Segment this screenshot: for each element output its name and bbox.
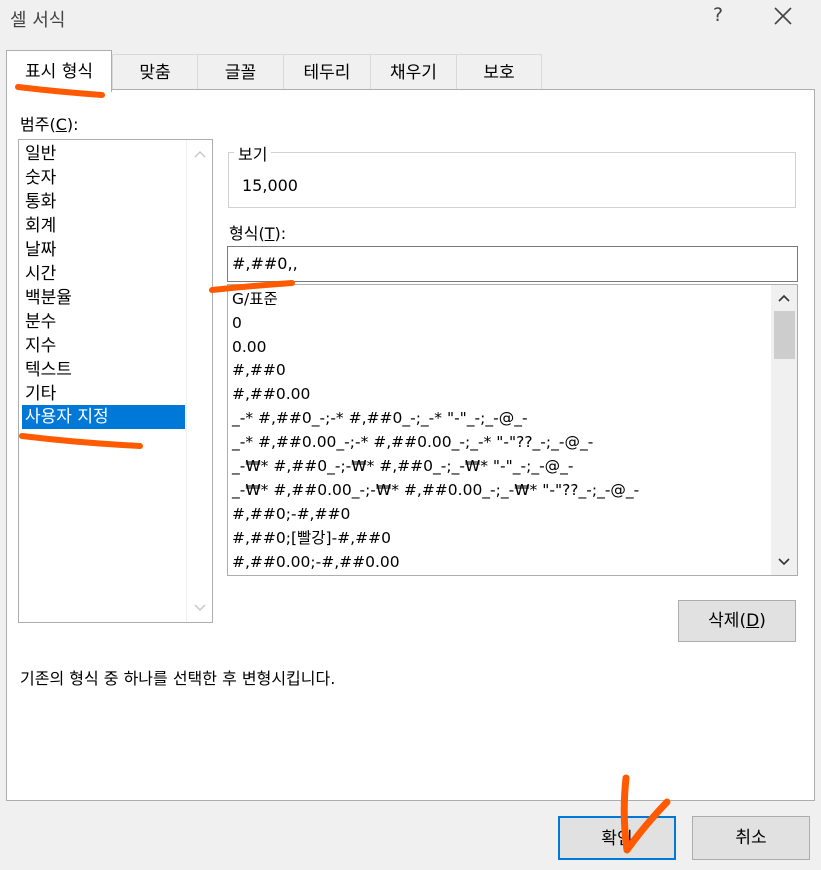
list-item[interactable]: #,##0.00;-#,##0.00 [232,550,400,574]
format-list[interactable]: G/표준 0 0.00 #,##0 #,##0.00 _-* #,##0_-;-… [227,284,798,576]
scroll-down-button[interactable] [771,550,797,574]
list-item[interactable]: #,##0;[빨강]-#,##0 [232,526,391,550]
list-item[interactable]: 백분율 [22,286,185,310]
category-list[interactable]: 일반 숫자 통화 회계 날짜 시간 백분율 분수 지수 텍스트 기타 사용자 지… [18,139,213,623]
chevron-up-icon [194,150,206,158]
list-item[interactable]: 분수 [22,310,185,334]
list-item[interactable]: _-* #,##0.00_-;-* #,##0.00_-;_-* "-"??_-… [232,430,593,454]
category-scrollbar[interactable] [186,140,212,622]
tab-fill[interactable]: 채우기 [370,54,457,90]
help-button[interactable]: ? [706,4,730,26]
list-item[interactable]: 일반 [22,142,185,166]
chevron-up-icon [778,294,790,302]
tab-number-format[interactable]: 표시 형식 [6,50,112,92]
format-label: 형식(T): [229,224,287,243]
preview-title: 보기 [234,141,272,165]
list-item[interactable]: 통화 [22,190,185,214]
list-item[interactable]: 숫자 [22,166,185,190]
list-item[interactable]: 날짜 [22,238,185,262]
list-item[interactable]: 회계 [22,214,185,238]
list-item[interactable]: _-* #,##0_-;-* #,##0_-;_-* "-"_-;_-@_- [232,406,528,430]
tab-protection[interactable]: 보호 [456,54,542,90]
tab-alignment[interactable]: 맞춤 [112,54,198,90]
list-item-selected[interactable]: 사용자 지정 [22,405,185,429]
format-description: 기존의 형식 중 하나를 선택한 후 변형시킵니다. [20,669,336,688]
tab-border[interactable]: 테두리 [283,54,371,90]
list-item[interactable]: 0 [232,311,242,335]
window-title: 셀 서식 [10,10,66,31]
list-item[interactable]: 시간 [22,262,185,286]
format-input[interactable]: #,##0,, [227,246,798,282]
ok-button[interactable]: 확인 [558,816,676,860]
scroll-down-button[interactable] [187,596,213,620]
list-item[interactable]: #,##0;-#,##0 [232,502,350,526]
close-icon [774,7,792,25]
chevron-down-icon [194,604,206,612]
close-button[interactable] [768,2,798,30]
list-item[interactable]: G/표준 [232,287,278,311]
scroll-up-button[interactable] [187,142,213,166]
list-item[interactable]: 텍스트 [22,358,185,382]
scroll-up-button[interactable] [771,286,797,310]
list-item[interactable]: #,##0 [232,358,286,382]
preview-group [228,152,796,208]
chevron-down-icon [778,558,790,566]
format-scrollbar[interactable] [771,285,797,575]
cancel-button[interactable]: 취소 [692,816,810,860]
category-label: 범주(C): [20,115,79,134]
list-item[interactable]: #,##0.00 [232,382,310,406]
scroll-thumb[interactable] [774,311,795,359]
preview-sample: 15,000 [242,176,298,195]
delete-button[interactable]: 삭제(D) [678,600,796,642]
list-item[interactable]: _-₩* #,##0_-;-₩* #,##0_-;_-₩* "-"_-;_-@_… [232,454,574,478]
list-item[interactable]: 0.00 [232,335,267,359]
list-item[interactable]: 기타 [22,382,185,406]
list-item[interactable]: _-₩* #,##0.00_-;-₩* #,##0.00_-;_-₩* "-"?… [232,478,639,502]
list-item[interactable]: 지수 [22,334,185,358]
tab-font[interactable]: 글꼴 [197,54,284,90]
